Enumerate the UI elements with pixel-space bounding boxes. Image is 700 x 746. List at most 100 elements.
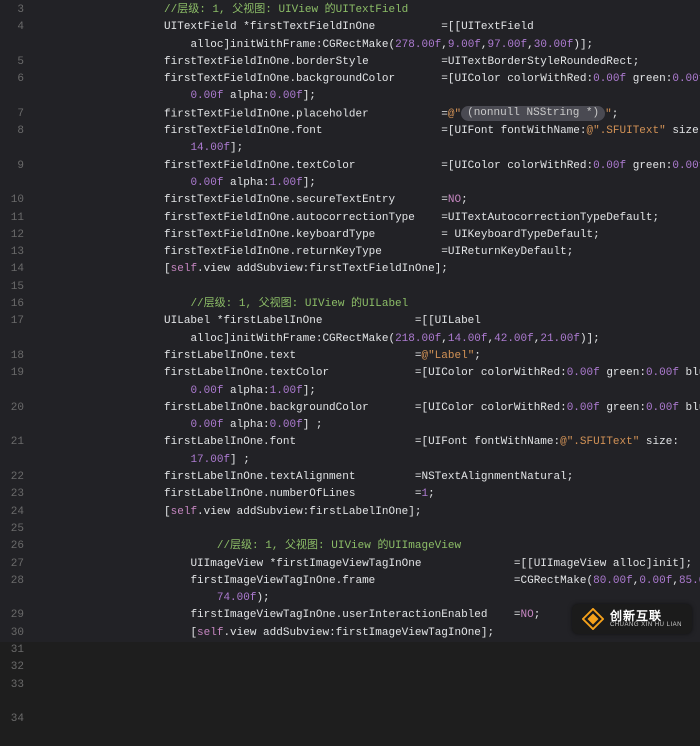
code-line[interactable]: 0.00f alpha:1.00f]; [32,175,700,192]
code-token: 17.00f [190,454,230,466]
code-token: firstTextFieldInOne.returnKeyType =UIRet… [164,246,573,258]
code-line[interactable]: 14.00f]; [32,140,700,157]
code-token: ; [612,108,619,120]
line-number: 10 [0,192,24,209]
code-token: , [481,39,488,51]
code-line[interactable]: 0.00f alpha:1.00f]; [32,383,700,400]
code-line[interactable]: firstLabelInOne.textAlignment =NSTextAli… [32,469,700,486]
code-token: 0.00f [672,73,700,85]
code-token: 9.00f [448,39,481,51]
watermark-logo-icon [582,608,604,630]
code-line[interactable]: 0.00f alpha:0.00f] ; [32,417,700,434]
code-line[interactable]: firstLabelInOne.backgroundColor =[UIColo… [32,400,700,417]
code-line[interactable]: firstTextFieldInOne.keyboardType = UIKey… [32,227,700,244]
code-line[interactable]: firstLabelInOne.textColor =[UIColor colo… [32,365,700,382]
code-token: //层级: 1, 父视图: UIView 的UIImageView [217,540,461,552]
code-token: @" [448,108,461,120]
line-number: 3 [0,2,24,19]
code-line[interactable]: //层级: 1, 父视图: UIView 的UITextField [32,2,700,19]
watermark-badge: 创新互联 CHUANG XIN HU LIAN [572,604,692,634]
code-line[interactable]: firstTextFieldInOne.borderStyle =UITextB… [32,54,700,71]
line-number: 22 [0,469,24,486]
line-number: 31 [0,642,24,659]
code-token: firstTextFieldInOne.borderStyle =UITextB… [164,56,639,68]
code-token: 0.00f [190,90,223,102]
code-token: firstLabelInOne.textAlignment =NSTextAli… [164,471,573,483]
code-line[interactable] [32,279,700,296]
code-token: , [672,575,679,587]
line-number: 29 [0,607,24,624]
code-token: firstImageViewTagInOne.userInteractionEn… [190,609,520,621]
code-line[interactable]: firstTextFieldInOne.backgroundColor =[UI… [32,71,700,88]
code-line[interactable]: alloc]initWithFrame:CGRectMake(218.00f,1… [32,331,700,348]
code-token: 74.00f [217,592,257,604]
code-token: [ [164,506,171,518]
code-token: ; [461,194,468,206]
code-token: NO [521,609,534,621]
code-token: green: [600,367,646,379]
code-token: )]; [573,39,593,51]
line-number: 4 [0,19,24,36]
code-token: 0.00f [270,90,303,102]
line-number: 12 [0,227,24,244]
line-number: 30 [0,625,24,642]
code-line[interactable]: firstLabelInOne.font =[UIFont fontWithNa… [32,434,700,451]
code-line[interactable]: [self.view addSubview:firstTextFieldInOn… [32,261,700,278]
code-token: 0.00f [190,385,223,397]
code-token: ; [428,488,435,500]
code-line[interactable]: firstTextFieldInOne.placeholder =@"(nonn… [32,106,700,123]
code-line[interactable]: UIImageView *firstImageViewTagInOne =[[U… [32,556,700,573]
code-line[interactable]: 0.00f alpha:0.00f]; [32,88,700,105]
code-token: firstTextFieldInOne.autocorrectionType =… [164,212,659,224]
code-line[interactable]: firstTextFieldInOne.font =[UIFont fontWi… [32,123,700,140]
code-token: self [197,627,223,639]
code-line[interactable]: UITextField *firstTextFieldInOne =[[UITe… [32,19,700,36]
code-line[interactable]: firstTextFieldInOne.autocorrectionType =… [32,210,700,227]
code-editor[interactable]: 3456789101112131415161718192021222324252… [0,0,700,642]
code-line[interactable]: firstLabelInOne.text =@"Label"; [32,348,700,365]
code-line[interactable]: firstTextFieldInOne.secureTextEntry =NO; [32,192,700,209]
code-token: self [171,506,197,518]
line-number: 23 [0,486,24,503]
line-number [0,175,24,192]
code-token: 0.00f [270,419,303,431]
code-line[interactable]: firstImageViewTagInOne.frame =CGRectMake… [32,573,700,590]
code-line[interactable]: alloc]initWithFrame:CGRectMake(278.00f,9… [32,37,700,54]
code-token: 218.00f [395,333,441,345]
code-line[interactable]: //层级: 1, 父视图: UIView 的UILabel [32,296,700,313]
code-token: " [605,108,612,120]
line-number: 25 [0,521,24,538]
code-line[interactable]: //层级: 1, 父视图: UIView 的UIImageView [32,538,700,555]
code-token: , [527,39,534,51]
code-line[interactable]: [self.view addSubview:firstLabelInOne]; [32,504,700,521]
code-line[interactable]: firstLabelInOne.numberOfLines =1; [32,486,700,503]
line-number: 13 [0,244,24,261]
code-area[interactable]: //层级: 1, 父视图: UIView 的UITextField UIText… [32,0,700,642]
code-line[interactable]: 17.00f] ; [32,452,700,469]
code-token: 0.00f [567,402,600,414]
code-line[interactable]: firstTextFieldInOne.textColor =[UIColor … [32,158,700,175]
line-number: 14 [0,261,24,278]
code-token: 1.00f [270,177,303,189]
code-token: UILabel *firstLabelInOne =[[UILabel [164,315,481,327]
code-line[interactable] [32,521,700,538]
line-number: 18 [0,348,24,365]
code-token: 97.00f [488,39,528,51]
line-number [0,37,24,54]
code-token: 278.00f [395,39,441,51]
line-number: 34 [0,711,24,728]
code-token: 0.00f [567,367,600,379]
code-token: self [171,263,197,275]
code-token: 0.00f [672,160,700,172]
code-token: @".SFUIText" [587,125,666,137]
autocomplete-placeholder-pill[interactable]: (nonnull NSString *) [461,106,605,121]
code-line[interactable]: firstTextFieldInOne.returnKeyType =UIRet… [32,244,700,261]
code-token: firstTextFieldInOne.textColor =[UIColor … [164,160,593,172]
code-token: firstImageViewTagInOne.frame =CGRectMake… [190,575,593,587]
code-line[interactable]: UILabel *firstLabelInOne =[[UILabel [32,313,700,330]
line-number [0,140,24,157]
code-token: , [441,333,448,345]
code-token: firstTextFieldInOne.font =[UIFont fontWi… [164,125,586,137]
code-token: size: [639,436,679,448]
code-token: 0.00f [593,73,626,85]
